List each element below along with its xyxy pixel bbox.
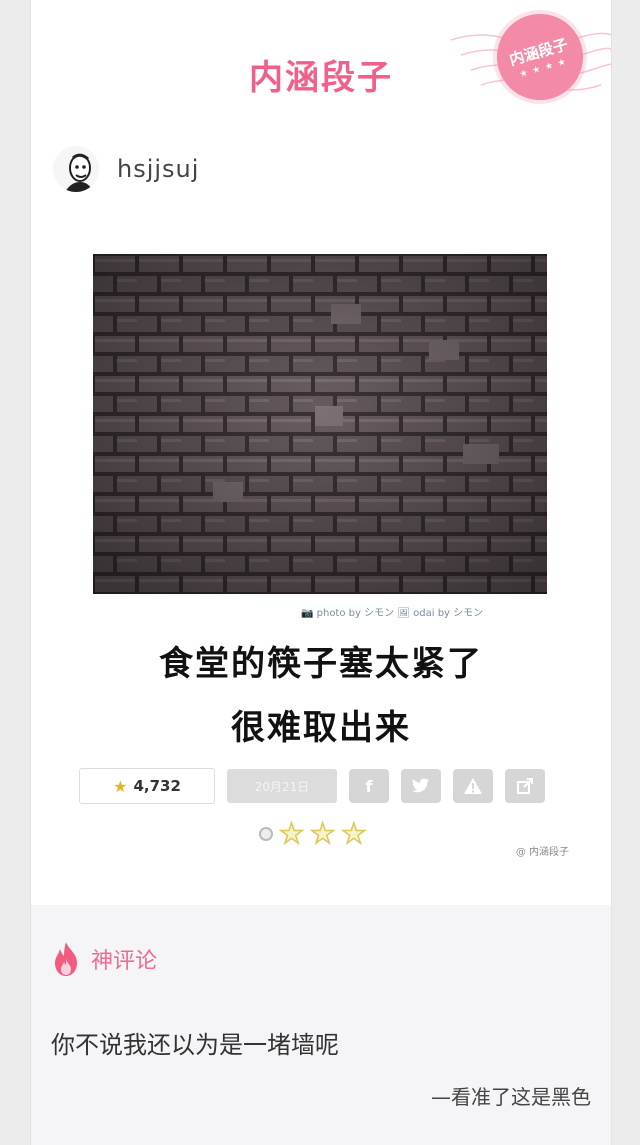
rating-count: 4,732 xyxy=(133,777,181,795)
share-icon[interactable] xyxy=(505,769,545,803)
warning-icon[interactable] xyxy=(453,769,493,803)
star-icon: ★ xyxy=(113,776,128,796)
star-icon[interactable]: ★ xyxy=(340,819,367,849)
twitter-icon[interactable] xyxy=(401,769,441,803)
star-icon[interactable]: ★ xyxy=(309,819,336,849)
star-icon[interactable]: ★ xyxy=(278,819,305,849)
brick-wall-image xyxy=(93,254,547,594)
user-row[interactable]: hsjjsuj xyxy=(53,144,199,194)
date-label: 20月21日 xyxy=(227,769,337,803)
post-image[interactable] xyxy=(93,254,547,594)
username[interactable]: hsjjsuj xyxy=(117,155,199,183)
fire-icon xyxy=(55,942,77,976)
hot-comment-section: 神评论 你不说我还以为是一堵墙呢 —看准了这是黑色 xyxy=(31,905,611,1145)
caption-line-1: 食堂的筷子塞太紧了 xyxy=(159,644,483,684)
comment-author[interactable]: —看准了这是黑色 xyxy=(431,1081,591,1110)
post-toolbar: ★ 4,732 20月21日 f xyxy=(79,768,557,804)
image-credit: 📷 photo by シモン 🖼 odai by シモン xyxy=(301,608,484,619)
star-rating[interactable]: ★ ★ ★ xyxy=(259,819,372,849)
caption-line-2: 很难取出来 xyxy=(231,708,411,748)
post-card: 内涵段子 内涵段子 ★ ★ ★ ★ hsjjsuj 📷 photo by シモン… xyxy=(30,0,612,1145)
comment-text: 你不说我还以为是一堵墙呢 xyxy=(51,1031,339,1059)
clear-rating-icon[interactable] xyxy=(259,827,273,841)
facebook-icon[interactable]: f xyxy=(349,769,389,803)
rating-button[interactable]: ★ 4,732 xyxy=(79,768,215,804)
watermark: @ 内涵段子 xyxy=(515,847,569,858)
avatar-icon[interactable] xyxy=(53,146,99,192)
comment-header: 神评论 xyxy=(51,941,157,977)
comment-label: 神评论 xyxy=(91,949,158,974)
